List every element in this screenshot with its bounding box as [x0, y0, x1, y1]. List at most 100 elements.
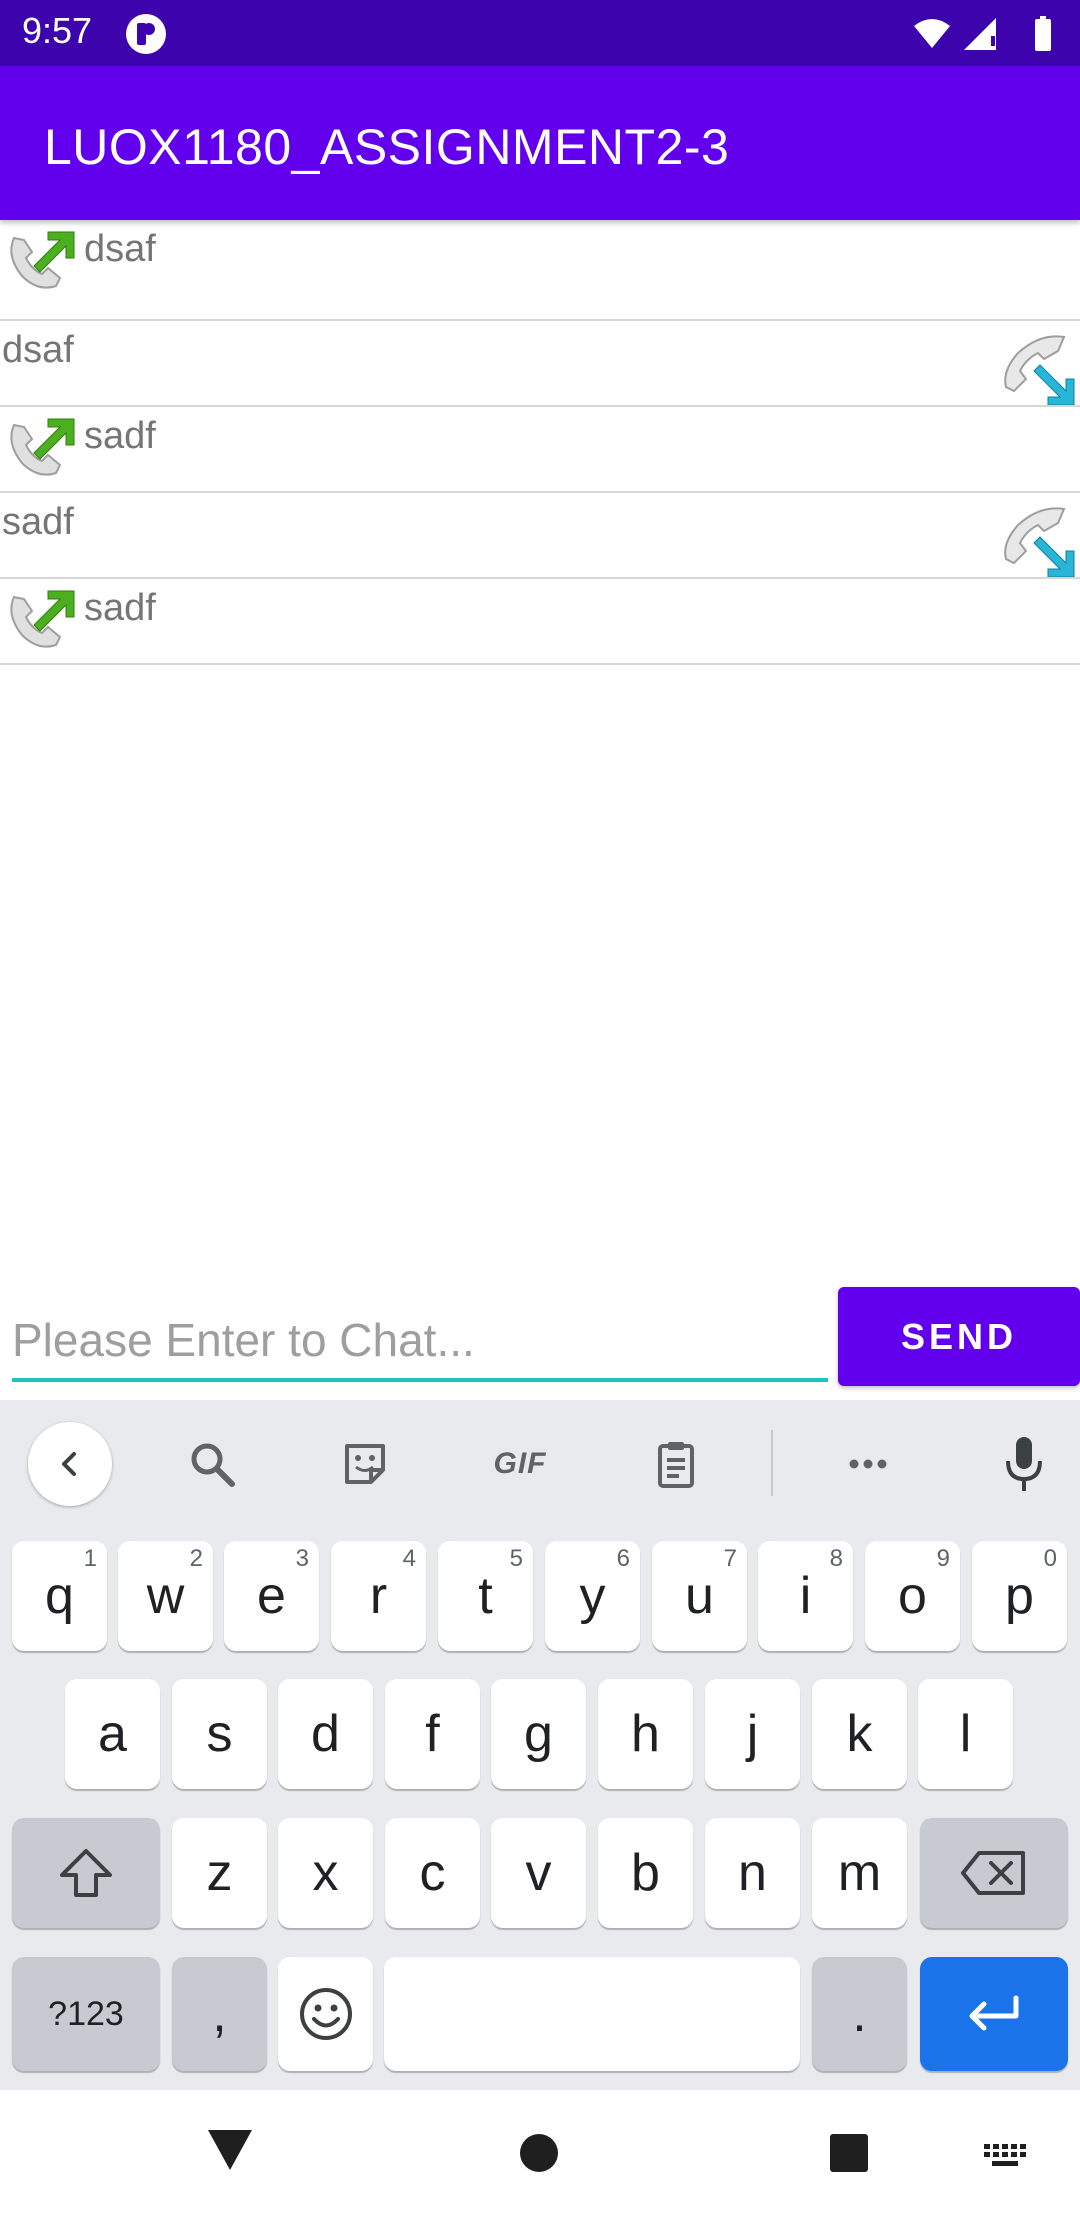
- shift-icon: [60, 1849, 112, 1897]
- message-text: dsaf: [84, 228, 156, 270]
- keyboard-switch-icon[interactable]: [982, 2142, 1030, 2170]
- message-text: sadf: [84, 415, 156, 457]
- key-j[interactable]: j: [705, 1679, 800, 1789]
- wifi-icon: [914, 19, 950, 48]
- key-z[interactable]: z: [172, 1818, 267, 1928]
- key-label: p: [1005, 1567, 1034, 1625]
- key-label: e: [257, 1567, 286, 1625]
- symbols-key[interactable]: ?123: [12, 1957, 160, 2071]
- send-button[interactable]: SEND: [838, 1287, 1080, 1386]
- message-text: sadf: [84, 587, 156, 629]
- key-hint: 7: [723, 1545, 737, 1572]
- message-list[interactable]: dsaf dsaf sadf sadf sadf: [0, 220, 1080, 665]
- key-g[interactable]: g: [491, 1679, 586, 1789]
- key-hint: 9: [936, 1545, 950, 1572]
- app-bar: LUOX1180_ASSIGNMENT2-3: [0, 66, 1080, 220]
- outgoing-call-icon: [10, 231, 75, 289]
- app-title: LUOX1180_ASSIGNMENT2-3: [44, 119, 730, 175]
- key-h[interactable]: h: [598, 1679, 693, 1789]
- key-a[interactable]: a: [65, 1679, 160, 1789]
- key-b[interactable]: b: [598, 1818, 693, 1928]
- key-label: q: [45, 1567, 74, 1625]
- message-text: sadf: [2, 501, 74, 543]
- message-row[interactable]: sadf: [0, 493, 1080, 579]
- key-f[interactable]: f: [385, 1679, 480, 1789]
- key-v[interactable]: v: [491, 1818, 586, 1928]
- key-c[interactable]: c: [385, 1818, 480, 1928]
- microphone-icon: [1006, 1437, 1042, 1491]
- chat-input[interactable]: [12, 1302, 828, 1378]
- key-label: i: [799, 1567, 812, 1625]
- backspace-key[interactable]: [920, 1818, 1068, 1928]
- status-time: 9:57: [22, 10, 93, 51]
- key-t[interactable]: t5: [438, 1541, 533, 1651]
- system-status-icons: [914, 16, 1051, 51]
- key-label: o: [898, 1567, 927, 1625]
- keyboard-gif-button[interactable]: GIF: [478, 1422, 562, 1506]
- key-label: y: [579, 1567, 606, 1625]
- message-row[interactable]: dsaf: [0, 220, 1080, 321]
- more-horizontal-icon: [849, 1459, 887, 1469]
- key-hint: 5: [509, 1545, 523, 1572]
- key-s[interactable]: s: [172, 1679, 267, 1789]
- keyboard-more-button[interactable]: [826, 1422, 910, 1506]
- key-hint: 4: [402, 1545, 416, 1572]
- key-label: r: [369, 1567, 388, 1625]
- key-hint: 3: [295, 1545, 309, 1572]
- backspace-icon: [961, 1851, 1025, 1895]
- gif-label: GIF: [493, 1447, 547, 1480]
- sticker-icon: [345, 1444, 385, 1484]
- key-i[interactable]: i8: [758, 1541, 853, 1651]
- key-w[interactable]: w2: [118, 1541, 213, 1651]
- spacebar-key[interactable]: [384, 1957, 800, 2071]
- search-icon: [191, 1443, 235, 1487]
- key-q[interactable]: q1: [12, 1541, 107, 1651]
- keyboard-search-button[interactable]: [170, 1422, 254, 1506]
- key-hint: 8: [829, 1545, 843, 1572]
- message-row[interactable]: sadf: [0, 407, 1080, 493]
- enter-icon: [969, 1995, 1019, 2031]
- toolbar-divider: [771, 1430, 773, 1496]
- keyboard-voice-button[interactable]: [982, 1422, 1066, 1506]
- key-m[interactable]: m: [812, 1818, 907, 1928]
- emoji-key[interactable]: [278, 1957, 373, 2071]
- key-p[interactable]: p0: [972, 1541, 1067, 1651]
- nav-back-icon[interactable]: [206, 2128, 254, 2172]
- keyboard-back-button[interactable]: [28, 1422, 112, 1506]
- clipboard-icon: [658, 1442, 694, 1488]
- period-key[interactable]: .: [812, 1957, 907, 2071]
- comma-key[interactable]: ,: [172, 1957, 267, 2071]
- chevron-left-icon: [62, 1452, 76, 1476]
- nav-home-icon[interactable]: [518, 2132, 560, 2174]
- soft-keyboard: GIF q1 w2 e3 r4 t5 y 6 u 7 i 8 o 9 p 0 a…: [0, 1400, 1080, 2090]
- key-u[interactable]: u7: [652, 1541, 747, 1651]
- keyboard-sticker-button[interactable]: [323, 1422, 407, 1506]
- enter-key[interactable]: [920, 1957, 1068, 2071]
- message-row[interactable]: dsaf: [0, 321, 1080, 407]
- key-k[interactable]: k: [812, 1679, 907, 1789]
- status-bar: 9:57: [0, 0, 1080, 66]
- key-l[interactable]: l: [918, 1679, 1013, 1789]
- nav-recents-icon[interactable]: [828, 2132, 870, 2174]
- app-notification-icon: [126, 14, 166, 54]
- key-d[interactable]: d: [278, 1679, 373, 1789]
- key-y[interactable]: y6: [545, 1541, 640, 1651]
- cellular-signal-icon: [964, 18, 996, 50]
- battery-icon: [1035, 16, 1051, 51]
- keyboard-toolbar: GIF: [0, 1400, 1080, 1528]
- key-e[interactable]: e3: [224, 1541, 319, 1651]
- incoming-call-icon: [1004, 507, 1075, 577]
- key-hint: 1: [83, 1545, 97, 1572]
- key-r[interactable]: r4: [331, 1541, 426, 1651]
- key-label: w: [146, 1567, 185, 1625]
- key-o[interactable]: o9: [865, 1541, 960, 1651]
- message-row[interactable]: sadf: [0, 579, 1080, 665]
- key-hint: 0: [1043, 1545, 1057, 1572]
- key-x[interactable]: x: [278, 1818, 373, 1928]
- keyboard-clipboard-button[interactable]: [634, 1422, 718, 1506]
- key-n[interactable]: n: [705, 1818, 800, 1928]
- emoji-icon: [299, 1988, 352, 2040]
- shift-key[interactable]: [12, 1818, 160, 1928]
- key-hint: 6: [616, 1545, 630, 1572]
- outgoing-call-icon: [10, 418, 75, 476]
